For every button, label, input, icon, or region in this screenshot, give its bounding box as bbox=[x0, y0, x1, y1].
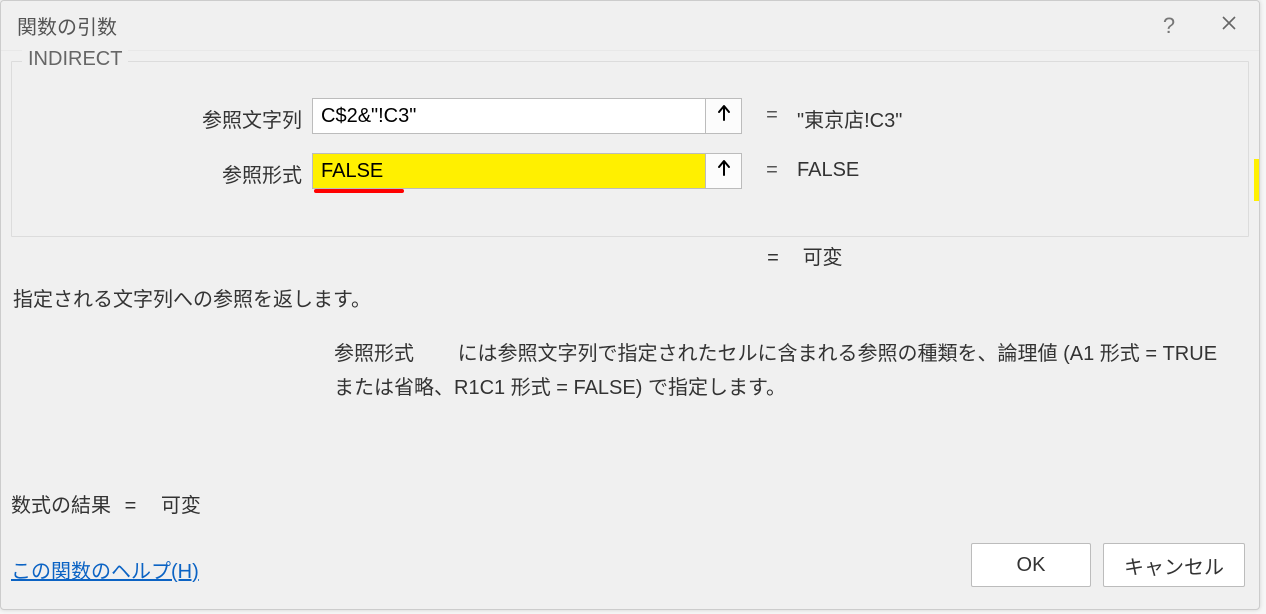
collapse-dialog-button-2[interactable] bbox=[705, 154, 741, 188]
param-label-ref_text: 参照文字列 bbox=[202, 104, 302, 133]
overall-evaluation-row: = 可変 bbox=[763, 241, 843, 270]
formula-result-row: 数式の結果 = 可変 bbox=[11, 489, 201, 518]
function-arguments-dialog: 関数の引数 ? INDIRECT 参照文字列 = bbox=[0, 0, 1260, 610]
arrow-up-icon bbox=[716, 159, 732, 183]
highlight-underline bbox=[314, 189, 404, 193]
close-button[interactable] bbox=[1199, 1, 1259, 51]
argument-description: 参照形式 には参照文字列で指定されたセルに含まれる参照の種類を、論理値 (A1 … bbox=[334, 337, 1239, 405]
param-label-a1: 参照形式 bbox=[222, 159, 302, 188]
equals-sign: = bbox=[125, 495, 137, 517]
function-group: INDIRECT 参照文字列 = "東京店!C3" 参照形式 bbox=[11, 61, 1249, 237]
param-row-ref_text: 参照文字列 = "東京店!C3" bbox=[12, 96, 1248, 136]
formula-result-label: 数式の結果 bbox=[11, 495, 111, 517]
param-evaluated-ref_text: "東京店!C3" bbox=[797, 104, 902, 133]
arrow-up-icon bbox=[716, 104, 732, 128]
dialog-buttons: OK キャンセル bbox=[971, 543, 1245, 587]
param-input-ref_text[interactable] bbox=[313, 99, 705, 133]
function-help-link[interactable]: この関数のヘルプ(H) bbox=[11, 555, 199, 584]
cancel-button[interactable]: キャンセル bbox=[1103, 543, 1245, 587]
param-input-a1[interactable] bbox=[313, 154, 705, 188]
argument-description-text: には参照文字列で指定されたセルに含まれる参照の種類を、論理値 (A1 形式 = … bbox=[334, 343, 1217, 399]
collapse-dialog-button[interactable] bbox=[705, 99, 741, 133]
ok-button[interactable]: OK bbox=[971, 543, 1091, 587]
overall-evaluation-value: 可変 bbox=[803, 247, 843, 269]
help-icon: ? bbox=[1163, 13, 1175, 39]
argument-description-name: 参照形式 bbox=[334, 337, 444, 371]
close-icon bbox=[1221, 14, 1237, 37]
edge-highlight bbox=[1254, 159, 1259, 201]
help-button[interactable]: ? bbox=[1139, 1, 1199, 51]
param-input-wrap-a1 bbox=[312, 153, 742, 189]
equals-sign: = bbox=[762, 104, 782, 127]
param-evaluated-a1: FALSE bbox=[797, 159, 859, 182]
function-name-legend: INDIRECT bbox=[22, 48, 128, 71]
dialog-title: 関数の引数 bbox=[17, 11, 1139, 40]
formula-result-value: 可変 bbox=[161, 495, 201, 517]
function-description: 指定される文字列への参照を返します。 bbox=[13, 283, 371, 312]
titlebar: 関数の引数 ? bbox=[1, 1, 1259, 51]
equals-sign: = bbox=[763, 247, 783, 270]
param-row-a1: 参照形式 = FALSE bbox=[12, 151, 1248, 191]
equals-sign: = bbox=[762, 159, 782, 182]
param-input-wrap-ref_text bbox=[312, 98, 742, 134]
